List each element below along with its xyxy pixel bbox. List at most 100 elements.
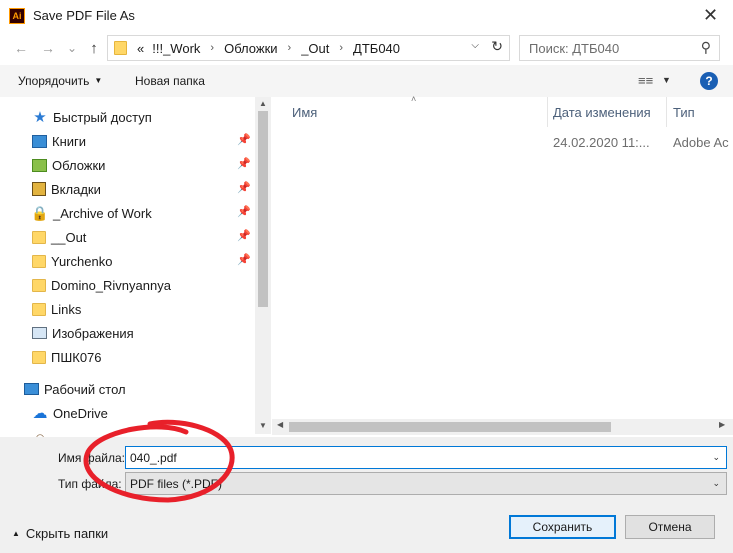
pin-icon: 📌 (237, 134, 251, 146)
caret-down-icon: ▼ (94, 76, 103, 85)
up-arrow-icon[interactable]: ↑ (84, 38, 104, 58)
scrollbar-thumb[interactable] (289, 422, 611, 432)
sidebar-item-domino[interactable]: Domino_Rivnyannya (32, 273, 255, 297)
help-icon[interactable]: ? (700, 72, 718, 90)
sidebar-item-label: Yurchenko (51, 253, 113, 269)
scroll-right-icon[interactable]: ▶ (719, 420, 725, 429)
sidebar-item-label: Быстрый доступ (53, 109, 152, 125)
new-folder-button[interactable]: Новая папка (135, 74, 205, 88)
file-date-cell[interactable]: 24.02.2020 11:... (553, 135, 650, 150)
search-placeholder: Поиск: ДТБ040 (529, 40, 620, 56)
sidebar-item-label: Domino_Rivnyannya (51, 277, 171, 293)
chevron-down-icon[interactable]: ⌄ (712, 452, 720, 463)
back-arrow-icon[interactable]: ← (11, 38, 31, 58)
breadcrumb-current[interactable]: ДТБ040 (353, 41, 400, 56)
sidebar-item-onedrive[interactable]: ☁ OneDrive (32, 401, 255, 425)
folder-icon (32, 302, 46, 316)
sidebar-item-tabs[interactable]: Вкладки 📌 (32, 177, 255, 201)
sidebar-item-images[interactable]: Изображения (32, 321, 255, 345)
view-options-icon[interactable]: ≡≡ (638, 73, 653, 88)
sidebar-item-archive[interactable]: 🔒 _Archive of Work 📌 (31, 201, 255, 225)
sidebar-item-label: _Archive of Work (53, 205, 152, 221)
desktop-icon (24, 383, 39, 395)
scroll-down-icon[interactable]: ▼ (255, 421, 271, 430)
refresh-icon[interactable]: ↻ (491, 38, 503, 55)
cloud-icon: ☁ (32, 405, 48, 422)
star-icon: ★ (33, 109, 47, 126)
sidebar-item-user[interactable]: ☺ (32, 425, 255, 438)
scroll-left-icon[interactable]: ◀ (277, 420, 283, 429)
sidebar-item-yurchenko[interactable]: Yurchenko 📌 (32, 249, 255, 273)
search-input[interactable]: Поиск: ДТБ040 ⚲ (519, 35, 720, 61)
sidebar-item-label: OneDrive (53, 405, 108, 421)
hide-folders-toggle[interactable]: ▲ Скрыть папки (12, 526, 108, 541)
images-icon (32, 327, 47, 339)
filetype-label: Тип файла: (58, 477, 122, 491)
address-bar[interactable]: « !!!_Work › Обложки › _Out › ДТБ040 ⌵ ↻ (107, 35, 510, 61)
column-divider[interactable] (547, 97, 548, 127)
folder-icon (32, 278, 46, 292)
folder-icon (32, 350, 46, 364)
breadcrumb-out[interactable]: _Out (301, 41, 329, 56)
sidebar-item-links[interactable]: Links (32, 297, 255, 321)
sidebar-item-out[interactable]: __Out 📌 (32, 225, 255, 249)
file-type-cell[interactable]: Adobe Ac (673, 135, 729, 150)
pin-icon: 📌 (237, 206, 251, 218)
sidebar-item-label: Links (51, 301, 82, 317)
pin-icon: 📌 (237, 254, 251, 266)
sidebar-item-label: __Out (51, 229, 87, 245)
illustrator-app-icon: Ai (9, 7, 25, 24)
user-icon: ☺ (33, 429, 47, 438)
pin-icon: 📌 (237, 230, 251, 242)
cancel-button[interactable]: Отмена (625, 515, 715, 539)
chevron-right-icon[interactable]: › (210, 42, 214, 54)
sort-ascending-icon: ˄ (411, 94, 417, 104)
scrollbar-thumb[interactable] (258, 111, 268, 307)
hide-folders-label: Скрыть папки (25, 526, 109, 541)
sidebar-item-books[interactable]: Книги 📌 (32, 129, 255, 153)
close-icon[interactable]: ✕ (688, 0, 733, 31)
column-header-type[interactable]: Тип (673, 105, 695, 120)
navigation-pane: ★ Быстрый доступ Книги 📌 Обложки 📌 Вклад… (0, 97, 271, 437)
books-icon (32, 134, 47, 148)
chevron-right-icon[interactable]: › (339, 42, 343, 54)
recent-locations-icon[interactable]: ⌄ (62, 38, 82, 58)
filename-input[interactable]: 040_.pdf ⌄ (125, 446, 727, 469)
address-dropdown-icon[interactable]: ⌵ (471, 40, 479, 51)
breadcrumb-overflow[interactable]: « (137, 41, 144, 56)
view-dropdown-icon[interactable]: ▼ (662, 75, 671, 85)
forward-arrow-icon[interactable]: → (38, 38, 58, 58)
filetype-value: PDF files (*.PDF) (130, 476, 223, 491)
file-list: ˄ Имя Дата изменения Тип 24.02.2020 11:.… (272, 94, 733, 437)
navigation-bar: ← → ⌄ ↑ « !!!_Work › Обложки › _Out › ДТ… (0, 31, 733, 65)
column-header-date[interactable]: Дата изменения (553, 105, 651, 120)
chevron-right-icon[interactable]: › (288, 42, 292, 54)
column-header-name[interactable]: Имя (292, 105, 317, 120)
search-icon: ⚲ (700, 39, 711, 55)
organize-label: Упорядочить (18, 74, 90, 88)
sidebar-item-label: Рабочий стол (44, 381, 126, 397)
sidebar-item-label: Обложки (52, 157, 106, 173)
folder-icon (114, 41, 127, 55)
sidebar-item-desktop[interactable]: Рабочий стол (24, 377, 255, 401)
save-form: Имя файла: 040_.pdf ⌄ Тип файла: PDF fil… (0, 437, 733, 553)
sidebar-item-pshk076[interactable]: ПШК076 (32, 345, 255, 369)
sidebar-item-covers[interactable]: Обложки 📌 (32, 153, 255, 177)
tabs-icon (32, 182, 46, 196)
sidebar-vertical-scrollbar[interactable]: ▲ ▼ (255, 97, 271, 434)
sidebar-item-label: Книги (52, 133, 87, 149)
chevron-down-icon[interactable]: ⌄ (712, 478, 720, 489)
filetype-select[interactable]: PDF files (*.PDF) ⌄ (125, 472, 727, 495)
sidebar-item-label: ПШК076 (51, 349, 102, 365)
save-button[interactable]: Сохранить (509, 515, 616, 539)
breadcrumb-work[interactable]: !!!_Work (152, 41, 200, 56)
file-list-horizontal-scrollbar[interactable]: ◀ ▶ (272, 419, 733, 435)
breadcrumb-covers[interactable]: Обложки (224, 41, 277, 56)
column-divider[interactable] (666, 97, 667, 127)
scroll-up-icon[interactable]: ▲ (255, 99, 271, 108)
sidebar-item-quick-access[interactable]: ★ Быстрый доступ (32, 105, 271, 129)
covers-icon (32, 158, 47, 172)
filename-label: Имя файла: (58, 451, 125, 465)
organize-button[interactable]: Упорядочить ▼ (18, 74, 102, 88)
sidebar-item-label: Вкладки (51, 181, 101, 197)
